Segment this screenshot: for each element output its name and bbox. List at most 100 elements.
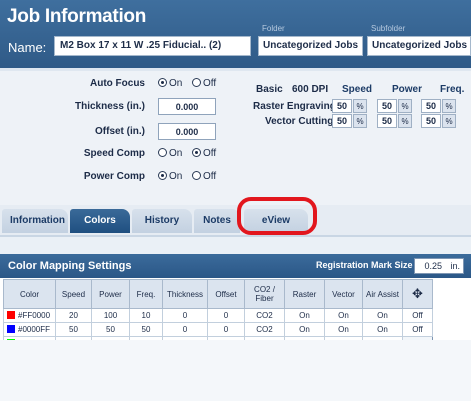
auto-focus-on-radio[interactable]: On — [158, 78, 182, 89]
tab-content-divider — [0, 235, 471, 254]
power-comp-on-label: On — [169, 171, 183, 182]
speed-comp-off-radio[interactable]: Off — [192, 148, 216, 159]
thickness-label: Thickness (in.) — [74, 101, 145, 112]
vector-cell[interactable]: On — [324, 322, 363, 337]
color-mapping-header: Color Mapping Settings Registration Mark… — [0, 254, 471, 278]
raster-speed-input[interactable]: 50 — [332, 99, 352, 113]
raster-engraving-label: Raster Engraving — [253, 101, 336, 112]
offset-cell[interactable]: 0 — [207, 308, 245, 323]
subfolder-label: Subfolder — [371, 24, 406, 33]
laser-type-cell[interactable]: CO2 — [244, 322, 285, 337]
tab-notes[interactable]: Notes — [194, 209, 240, 233]
tab-colors[interactable]: Colors — [70, 209, 130, 233]
col-header-speed: Speed — [55, 279, 92, 309]
offset-cell[interactable]: 0 — [207, 322, 245, 337]
air-assist-cell[interactable]: On — [362, 308, 403, 323]
percent-label: % — [353, 114, 367, 128]
power-cell[interactable]: 100 — [91, 308, 130, 323]
thickness-input[interactable]: 0.000 — [158, 98, 216, 115]
percent-label: % — [353, 99, 367, 113]
vector-speed-input[interactable]: 50 — [332, 114, 352, 128]
table-empty-area — [0, 340, 471, 401]
highlight-circle — [237, 197, 317, 235]
registration-mark-label: Registration Mark Size — [316, 260, 413, 270]
power-comp-label: Power Comp — [83, 171, 145, 182]
power-comp-on-radio[interactable]: On — [158, 171, 182, 182]
radio-unselected-icon — [192, 78, 201, 87]
dpi-label: 600 DPI — [292, 84, 329, 95]
color-name: #0000FF — [18, 325, 51, 334]
vector-cell[interactable]: On — [324, 308, 363, 323]
table-row[interactable]: #0000FF 50 50 50 0 0 CO2 On On On Off — [3, 322, 433, 337]
page-title: Job Information — [7, 6, 147, 27]
vector-cutting-label: Vector Cutting — [265, 116, 334, 127]
speed-comp-on-label: On — [169, 148, 183, 159]
col-header-thickness: Thickness — [162, 279, 208, 309]
power-comp-off-radio[interactable]: Off — [192, 171, 216, 182]
auto-focus-off-radio[interactable]: Off — [192, 78, 216, 89]
thickness-cell[interactable]: 0 — [162, 308, 208, 323]
radio-selected-icon — [158, 78, 167, 87]
col-header-move[interactable]: ✥ — [402, 279, 433, 309]
color-swatch-icon — [7, 325, 15, 333]
table-header-row: Color Speed Power Freq. Thickness Offset… — [3, 279, 433, 309]
tab-history[interactable]: History — [132, 209, 192, 233]
color-name: #FF0000 — [18, 311, 51, 320]
color-cell: #FF0000 — [3, 308, 56, 323]
speed-comp-on-radio[interactable]: On — [158, 148, 182, 159]
col-header-color: Color — [3, 279, 56, 309]
name-label: Name: — [8, 40, 47, 55]
percent-label: % — [442, 99, 456, 113]
vector-freq-input[interactable]: 50 — [421, 114, 441, 128]
speed-comp-off-label: Off — [203, 148, 217, 159]
offset-input[interactable]: 0.000 — [158, 123, 216, 140]
power-cell[interactable]: 50 — [91, 322, 130, 337]
raster-power-input[interactable]: 50 — [377, 99, 397, 113]
speed-comp-label: Speed Comp — [83, 148, 145, 159]
registration-mark-value: 0.25 — [424, 261, 442, 271]
col-header-raster: Raster — [284, 279, 325, 309]
tab-information[interactable]: Information — [2, 209, 68, 233]
folder-dropdown-value: Uncategorized Jobs — [263, 40, 359, 51]
laser-type-cell[interactable]: CO2 — [244, 308, 285, 323]
job-info-header: Job Information Folder Subfolder Name: M… — [0, 0, 471, 68]
col-header-freq: Freq. — [129, 279, 163, 309]
subfolder-dropdown[interactable]: Uncategorized Jobs▼ — [367, 36, 471, 56]
thickness-cell[interactable]: 0 — [162, 322, 208, 337]
col-header-power: Power — [91, 279, 130, 309]
offset-label: Offset (in.) — [95, 126, 145, 137]
grid-speed-header: Speed — [342, 84, 373, 95]
extra-cell[interactable]: Off — [402, 322, 433, 337]
registration-mark-unit: in. — [450, 261, 460, 271]
raster-freq-input[interactable]: 50 — [421, 99, 441, 113]
air-assist-cell[interactable]: On — [362, 322, 403, 337]
move-arrows-icon: ✥ — [412, 286, 423, 301]
registration-mark-input[interactable]: 0.25 in. — [414, 258, 464, 274]
freq-cell[interactable]: 10 — [129, 308, 163, 323]
tab-bar: Information Colors History Notes eView — [0, 205, 471, 235]
speed-cell[interactable]: 50 — [55, 322, 92, 337]
table-row[interactable]: #FF0000 20 100 10 0 0 CO2 On On On Off — [3, 308, 433, 323]
radio-selected-icon — [192, 148, 201, 157]
percent-label: % — [398, 99, 412, 113]
folder-dropdown[interactable]: Uncategorized Jobs▼ — [258, 36, 363, 56]
color-cell: #0000FF — [3, 322, 56, 337]
power-comp-off-label: Off — [203, 171, 217, 182]
basic-label: Basic — [256, 84, 283, 95]
col-header-air-assist: Air Assist — [362, 279, 403, 309]
job-name-field[interactable]: M2 Box 17 x 11 W .25 Fiducial.. (2) — [54, 36, 251, 56]
job-settings-panel: Auto Focus On Off Thickness (in.) 0.000 … — [0, 68, 471, 205]
vector-power-input[interactable]: 50 — [377, 114, 397, 128]
grid-power-header: Power — [392, 84, 423, 95]
col-header-offset: Offset — [207, 279, 245, 309]
freq-cell[interactable]: 50 — [129, 322, 163, 337]
raster-cell[interactable]: On — [284, 322, 325, 337]
extra-cell[interactable]: Off — [402, 308, 433, 323]
percent-label: % — [442, 114, 456, 128]
auto-focus-on-label: On — [169, 78, 183, 89]
color-mapping-title: Color Mapping Settings — [8, 260, 132, 272]
auto-focus-off-label: Off — [203, 78, 217, 89]
col-header-vector: Vector — [324, 279, 363, 309]
raster-cell[interactable]: On — [284, 308, 325, 323]
speed-cell[interactable]: 20 — [55, 308, 92, 323]
